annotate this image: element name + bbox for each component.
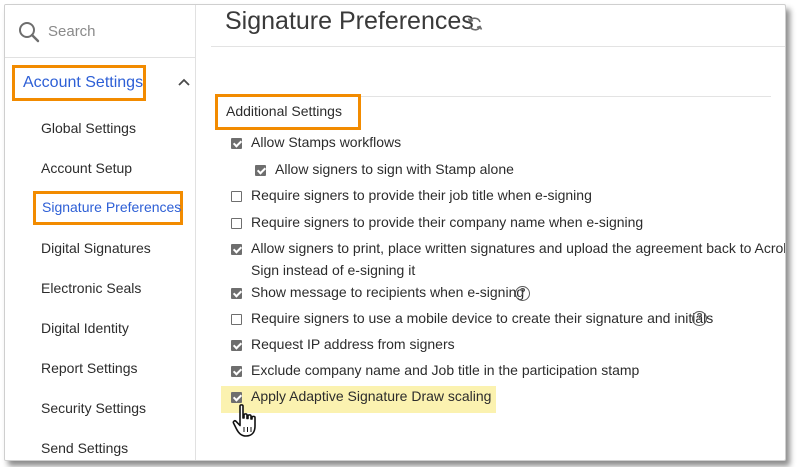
- checkbox-adaptive-signature-draw-scaling[interactable]: [231, 392, 242, 403]
- checkbox-stamp-alone[interactable]: [255, 165, 266, 176]
- sidebar: Search Account Settings Global Settings …: [5, 5, 196, 460]
- section-header-additional-settings: Additional Settings: [215, 94, 361, 130]
- sidebar-group-account-settings[interactable]: Account Settings: [12, 65, 146, 101]
- sidebar-item-account-setup[interactable]: Account Setup: [41, 160, 132, 176]
- hand-pointer-icon: [232, 404, 256, 437]
- page-title: Signature Preferences: [225, 7, 474, 35]
- sidebar-item-send-settings[interactable]: Send Settings: [41, 440, 128, 456]
- search-icon: [19, 22, 40, 43]
- checkbox-exclude-company-job-title[interactable]: [231, 366, 242, 377]
- checkbox-request-ip-address[interactable]: [231, 340, 242, 351]
- option-label: Allow signers to print, place written si…: [251, 240, 786, 256]
- sidebar-item-digital-identity[interactable]: Digital Identity: [41, 320, 129, 336]
- option-label: Require signers to use a mobile device t…: [251, 310, 714, 326]
- refresh-icon[interactable]: [467, 16, 483, 32]
- sidebar-item-security-settings[interactable]: Security Settings: [41, 400, 146, 416]
- checkbox-require-job-title[interactable]: [231, 191, 242, 202]
- sidebar-item-electronic-seals[interactable]: Electronic Seals: [41, 280, 141, 296]
- search-input[interactable]: Search: [48, 23, 96, 40]
- option-label: Show message to recipients when e-signin…: [251, 284, 525, 300]
- option-label: Allow Stamps workflows: [251, 134, 402, 150]
- help-icon[interactable]: ?: [692, 311, 707, 326]
- sidebar-item-digital-signatures[interactable]: Digital Signatures: [41, 240, 151, 256]
- section-label: Additional Settings: [226, 103, 342, 119]
- option-label: Exclude company name and Job title in th…: [251, 362, 640, 378]
- sidebar-item-signature-preferences[interactable]: Signature Preferences: [33, 191, 183, 225]
- search-bar[interactable]: Search: [5, 5, 195, 58]
- checkbox-allow-print-upload[interactable]: [231, 244, 242, 255]
- checkbox-allow-stamps-workflows[interactable]: [231, 138, 242, 149]
- option-label: Apply Adaptive Signature Draw scaling: [251, 388, 492, 404]
- title-divider: [211, 46, 785, 47]
- sidebar-item-label: Signature Preferences: [42, 199, 182, 215]
- option-label: Require signers to provide their job tit…: [251, 187, 592, 203]
- sidebar-item-report-settings[interactable]: Report Settings: [41, 360, 138, 376]
- checkbox-show-message[interactable]: [231, 288, 242, 299]
- sidebar-group-label: Account Settings: [23, 74, 144, 91]
- chevron-up-icon[interactable]: [177, 77, 191, 87]
- checkbox-require-company-name[interactable]: [231, 218, 242, 229]
- sidebar-item-global-settings[interactable]: Global Settings: [41, 120, 136, 136]
- option-label: Require signers to provide their company…: [251, 214, 644, 230]
- option-label-line2: Sign instead of e-signing it: [251, 262, 416, 278]
- option-label: Allow signers to sign with Stamp alone: [275, 161, 514, 177]
- option-label: Request IP address from signers: [251, 336, 455, 352]
- app-window: Search Account Settings Global Settings …: [4, 4, 786, 461]
- help-icon[interactable]: ?: [515, 286, 530, 301]
- main-panel: Signature Preferences Additional Setting…: [211, 5, 785, 460]
- checkbox-require-mobile-device[interactable]: [231, 314, 242, 325]
